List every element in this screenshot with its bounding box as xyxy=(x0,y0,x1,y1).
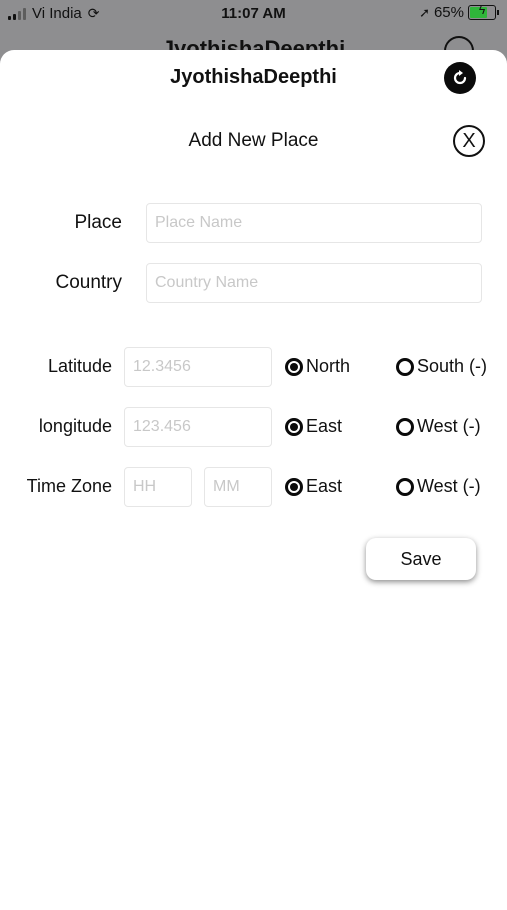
app-title: JyothishaDeepthi xyxy=(170,66,337,88)
latitude-north-label: North xyxy=(306,356,351,376)
refresh-icon xyxy=(453,70,467,85)
timezone-east-label: East xyxy=(306,476,343,496)
radio-unselected-icon xyxy=(396,477,414,496)
radio-selected-icon xyxy=(285,477,303,496)
longitude-east-radio[interactable]: East xyxy=(285,416,342,437)
country-label: Country xyxy=(55,272,122,293)
timezone-hours-input[interactable] xyxy=(124,467,192,507)
latitude-input[interactable] xyxy=(124,347,272,387)
latitude-south-radio[interactable]: South (-) xyxy=(396,356,487,377)
radio-selected-icon xyxy=(285,357,303,376)
save-button[interactable]: Save xyxy=(366,538,476,580)
longitude-west-radio[interactable]: West (-) xyxy=(396,416,481,437)
place-name-input[interactable] xyxy=(146,203,482,243)
longitude-west-label: West (-) xyxy=(417,416,481,436)
close-button[interactable]: X xyxy=(453,125,485,157)
longitude-east-label: East xyxy=(306,416,343,436)
radio-unselected-icon xyxy=(396,357,414,376)
battery-percent: 65% xyxy=(433,4,464,21)
timezone-minutes-input[interactable] xyxy=(204,467,272,507)
latitude-label: Latitude xyxy=(47,356,112,376)
timezone-west-radio[interactable]: West (-) xyxy=(396,476,481,497)
timezone-label: Time Zone xyxy=(26,476,112,496)
battery-nub xyxy=(497,10,499,15)
status-right: ➚ 65% ϟ xyxy=(419,3,499,21)
latitude-south-label: South (-) xyxy=(417,356,488,376)
place-label: Place xyxy=(74,212,122,233)
close-icon: X xyxy=(462,130,476,152)
refresh-button[interactable] xyxy=(444,62,476,94)
status-bar: Vi India ⟳ 11:07 AM ➚ 65% ϟ xyxy=(0,0,507,30)
dialog-title: Add New Place xyxy=(188,130,319,151)
add-place-sheet: JyothishaDeepthi Add New Place X Place C… xyxy=(0,50,507,910)
timezone-east-radio[interactable]: East xyxy=(285,476,342,497)
longitude-input[interactable] xyxy=(124,407,272,447)
timezone-west-label: West (-) xyxy=(417,476,481,496)
longitude-label: longitude xyxy=(38,416,112,436)
battery-icon: ϟ xyxy=(468,3,496,20)
latitude-north-radio[interactable]: North xyxy=(285,356,350,377)
radio-selected-icon xyxy=(285,417,303,436)
location-arrow-icon: ➚ xyxy=(419,4,430,20)
radio-unselected-icon xyxy=(396,417,414,436)
country-name-input[interactable] xyxy=(146,263,482,303)
